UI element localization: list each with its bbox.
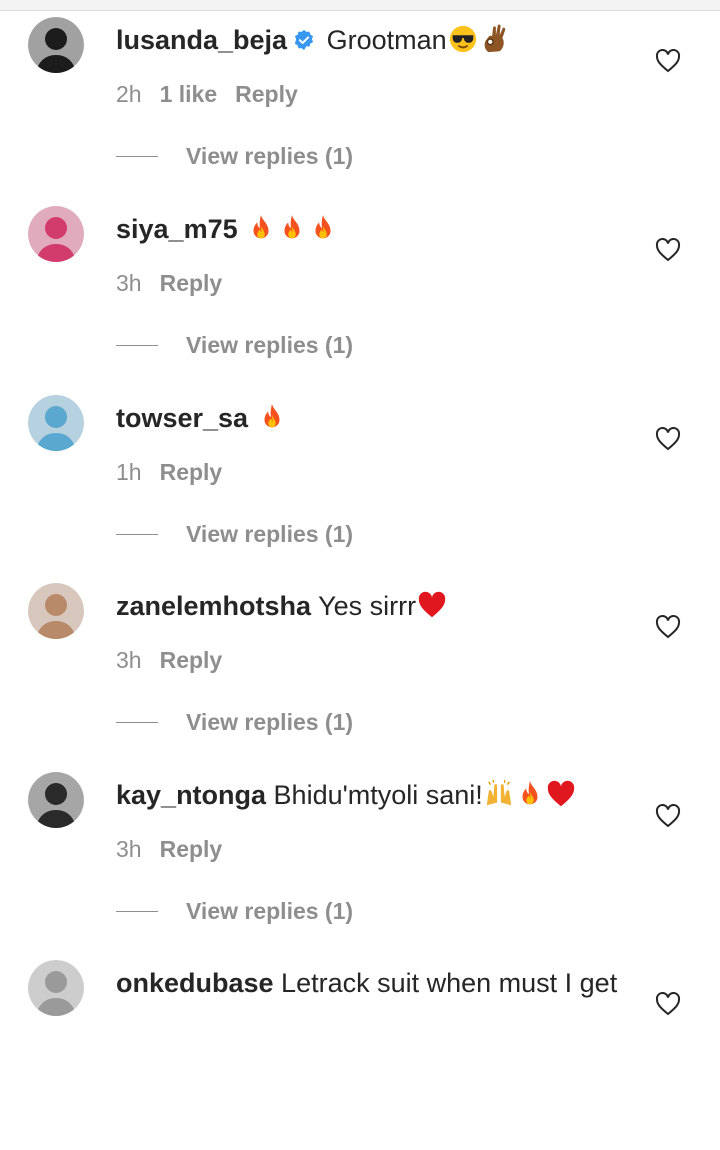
comment-time: 2h xyxy=(116,81,142,107)
like-heart-icon[interactable] xyxy=(655,426,681,451)
comment-emojis xyxy=(416,591,447,621)
comment-time: 3h xyxy=(116,270,142,296)
comment-username[interactable]: towser_sa xyxy=(116,403,248,433)
fire-emoji-icon xyxy=(276,214,307,244)
fire-emoji-icon xyxy=(307,214,338,244)
user-avatar[interactable] xyxy=(28,206,84,262)
comment-username[interactable]: kay_ntonga xyxy=(116,780,266,810)
user-avatar[interactable] xyxy=(28,395,84,451)
like-heart-icon[interactable] xyxy=(655,803,681,828)
comment-line: towser_sa xyxy=(116,401,287,435)
ok-hand-emoji-icon xyxy=(478,24,509,55)
comment-meta: 3h Reply xyxy=(116,268,240,298)
view-replies-label[interactable]: View replies (1) xyxy=(186,896,353,926)
view-replies-label[interactable]: View replies (1) xyxy=(186,519,353,549)
replies-divider xyxy=(116,911,158,912)
comment-emojis xyxy=(256,403,287,433)
comment-time: 3h xyxy=(116,836,142,862)
sunglasses-face-emoji-icon xyxy=(447,25,478,55)
replies-divider xyxy=(116,722,158,723)
replies-divider xyxy=(116,534,158,535)
top-divider xyxy=(0,0,720,11)
comment-line: siya_m75 xyxy=(116,212,338,246)
view-replies-label[interactable]: View replies (1) xyxy=(186,707,353,737)
comment-emojis xyxy=(483,779,576,810)
user-avatar[interactable] xyxy=(28,960,84,1016)
comment-meta: 3h Reply xyxy=(116,834,240,864)
replies-divider xyxy=(116,345,158,346)
comment-item-zanelemhotsha: zanelemhotsha Yes sirrr 3h Reply View rep… xyxy=(0,583,720,773)
comment-likes[interactable]: 1 like xyxy=(160,81,218,107)
comment-item-onkedubase: onkedubase Letrack suit when must I get xyxy=(0,960,720,1150)
comment-meta: 3h Reply xyxy=(116,645,240,675)
comment-time: 3h xyxy=(116,647,142,673)
comment-item-towser_sa: towser_sa 1h Reply View replies (1) xyxy=(0,395,720,585)
reply-button[interactable]: Reply xyxy=(160,647,223,673)
reply-button[interactable]: Reply xyxy=(235,81,298,107)
comment-text: Grootman xyxy=(319,25,447,55)
comment-line: lusanda_beja Grootman xyxy=(116,23,509,57)
replies-divider xyxy=(116,156,158,157)
comment-line: kay_ntonga Bhidu'mtyoli sani! xyxy=(116,778,576,812)
comment-text: Yes sirrr xyxy=(311,591,417,621)
fire-emoji-icon xyxy=(514,780,545,810)
comment-item-lusanda_beja: lusanda_beja Grootman 2h 1 like Reply View… xyxy=(0,17,720,207)
comment-line: onkedubase Letrack suit when must I get xyxy=(116,966,617,1000)
reply-button[interactable]: Reply xyxy=(160,459,223,485)
user-avatar[interactable] xyxy=(28,583,84,639)
reply-button[interactable]: Reply xyxy=(160,270,223,296)
comment-emojis xyxy=(245,214,338,244)
comment-meta: 1h Reply xyxy=(116,457,240,487)
comment-meta: 2h 1 like Reply xyxy=(116,79,316,109)
raising-hands-emoji-icon xyxy=(483,779,514,810)
comment-text xyxy=(238,214,246,244)
comment-text: Bhidu'mtyoli sani! xyxy=(266,780,483,810)
red-heart-emoji-icon xyxy=(545,780,576,810)
reply-button[interactable]: Reply xyxy=(160,836,223,862)
view-replies-label[interactable]: View replies (1) xyxy=(186,141,353,171)
comment-line: zanelemhotsha Yes sirrr xyxy=(116,589,447,623)
comment-time: 1h xyxy=(116,459,142,485)
comment-emojis xyxy=(447,24,509,55)
view-replies-label[interactable]: View replies (1) xyxy=(186,330,353,360)
like-heart-icon[interactable] xyxy=(655,991,681,1016)
like-heart-icon[interactable] xyxy=(655,614,681,639)
verified-badge-icon xyxy=(287,25,319,55)
comment-text: Letrack suit when must I get xyxy=(273,968,618,998)
comment-item-kay_ntonga: kay_ntonga Bhidu'mtyoli sani! 3h Reply Vi… xyxy=(0,772,720,962)
comment-item-siya_m75: siya_m75 3h Reply View replies (1) xyxy=(0,206,720,396)
fire-emoji-icon xyxy=(256,403,287,433)
comment-username[interactable]: lusanda_beja xyxy=(116,25,287,55)
comment-username[interactable]: onkedubase xyxy=(116,968,274,998)
user-avatar[interactable] xyxy=(28,17,84,73)
user-avatar[interactable] xyxy=(28,772,84,828)
like-heart-icon[interactable] xyxy=(655,237,681,262)
like-heart-icon[interactable] xyxy=(655,48,681,73)
comment-username[interactable]: siya_m75 xyxy=(116,214,238,244)
comment-username[interactable]: zanelemhotsha xyxy=(116,591,311,621)
fire-emoji-icon xyxy=(245,214,276,244)
red-heart-emoji-icon xyxy=(416,591,447,621)
comment-text xyxy=(248,403,256,433)
